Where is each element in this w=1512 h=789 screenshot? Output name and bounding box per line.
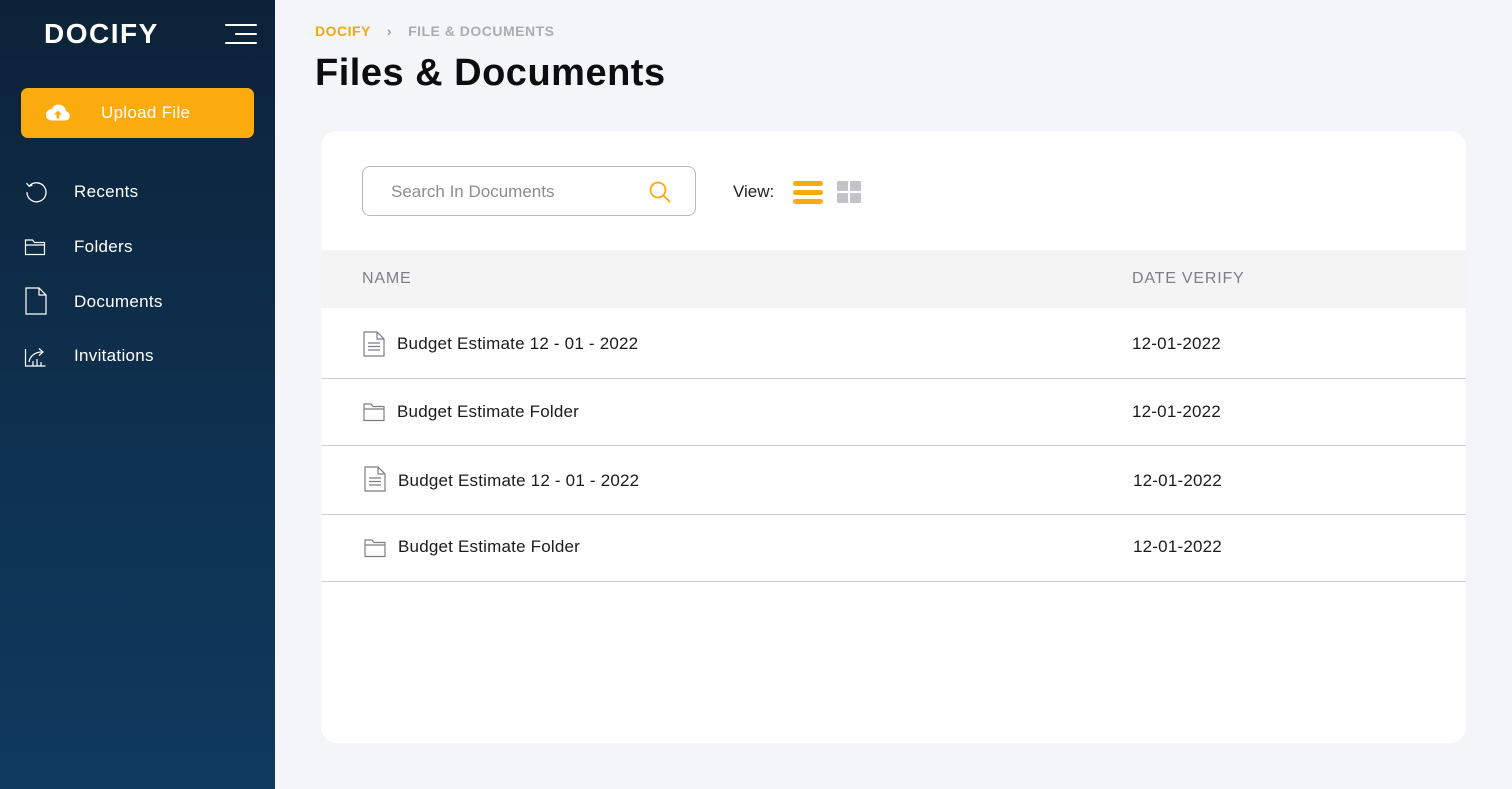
- row-date: 12-01-2022: [1132, 334, 1221, 353]
- row-name: Budget Estimate Folder: [398, 537, 581, 556]
- table-row[interactable]: Budget Estimate Folder 12-01-2022: [321, 515, 1466, 582]
- share-icon: [24, 348, 46, 367]
- page-title: Files & Documents: [315, 52, 666, 94]
- sidebar-item-documents[interactable]: Documents: [24, 284, 254, 320]
- list-view-icon[interactable]: [793, 179, 825, 205]
- sidebar-item-label: Documents: [74, 292, 163, 311]
- sidebar-item-invitations[interactable]: Invitations: [24, 338, 254, 374]
- row-name: Budget Estimate 12 - 01 - 2022: [398, 471, 640, 490]
- breadcrumb: DOCIFY › FILE & DOCUMENTS: [315, 23, 555, 39]
- app-logo[interactable]: DOCIFY: [44, 18, 159, 50]
- breadcrumb-separator: ›: [386, 23, 393, 39]
- search-icon[interactable]: [648, 180, 672, 204]
- menu-toggle-icon[interactable]: [225, 24, 257, 46]
- row-date: 12-01-2022: [1133, 537, 1222, 556]
- breadcrumb-home-link[interactable]: DOCIFY: [315, 23, 371, 39]
- column-header-date-verify[interactable]: DATE VERIFY: [1132, 270, 1245, 288]
- sidebar-item-recents[interactable]: Recents: [24, 174, 254, 210]
- row-name: Budget Estimate Folder: [397, 402, 580, 421]
- documents-card: View: NAME DATE VERIFY Budget Estimate 1…: [321, 131, 1466, 743]
- document-icon: [25, 287, 47, 315]
- upload-file-label: Upload File: [101, 103, 191, 122]
- sidebar-item-folders[interactable]: Folders: [24, 229, 254, 265]
- table-header: NAME DATE VERIFY: [321, 250, 1466, 308]
- table-row[interactable]: Budget Estimate 12 - 01 - 2022 12-01-202…: [321, 446, 1466, 515]
- history-icon: [26, 182, 47, 203]
- file-icon: [363, 331, 385, 357]
- folder-icon: [24, 239, 46, 256]
- folder-icon: [364, 539, 386, 558]
- search-box: [362, 166, 696, 216]
- table-row[interactable]: Budget Estimate 12 - 01 - 2022 12-01-202…: [321, 308, 1466, 379]
- upload-file-button[interactable]: Upload File: [21, 88, 254, 138]
- view-label: View:: [733, 182, 775, 201]
- table-row[interactable]: Budget Estimate Folder 12-01-2022: [321, 379, 1466, 446]
- row-name: Budget Estimate 12 - 01 - 2022: [397, 334, 639, 353]
- sidebar-item-label: Invitations: [74, 346, 154, 365]
- column-header-name[interactable]: NAME: [362, 270, 411, 288]
- cloud-upload-icon: [45, 104, 70, 121]
- search-input[interactable]: [391, 180, 641, 204]
- file-icon: [364, 466, 386, 492]
- row-date: 12-01-2022: [1133, 471, 1222, 490]
- grid-view-icon[interactable]: [837, 181, 862, 205]
- sidebar: DOCIFY Upload File Recents Folders Docum…: [0, 0, 275, 789]
- sidebar-item-label: Recents: [74, 182, 139, 201]
- folder-icon: [363, 403, 385, 422]
- row-date: 12-01-2022: [1132, 402, 1221, 421]
- sidebar-item-label: Folders: [74, 237, 133, 256]
- breadcrumb-current: FILE & DOCUMENTS: [408, 23, 555, 39]
